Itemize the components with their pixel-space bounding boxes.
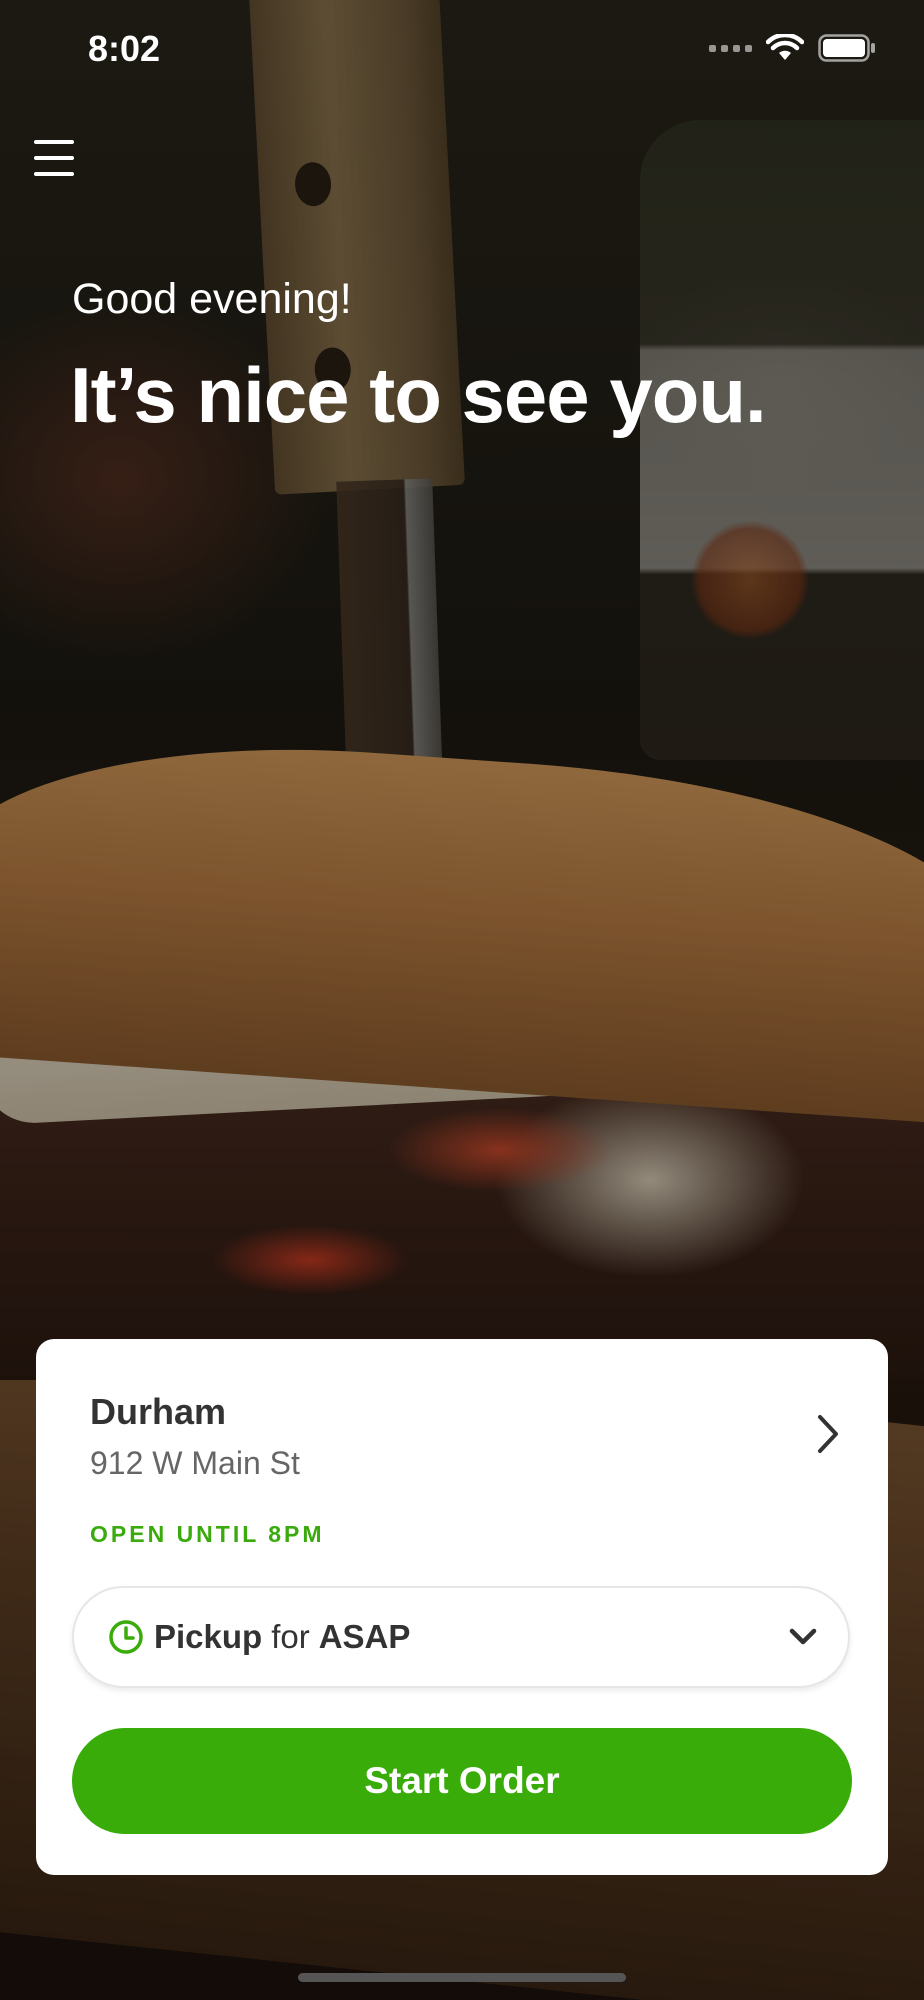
chevron-right-icon[interactable] — [808, 1409, 848, 1459]
status-time: 8:02 — [88, 28, 161, 69]
chevron-down-icon[interactable] — [788, 1624, 818, 1650]
order-time-dropdown[interactable]: Pickup for ASAP — [72, 1586, 850, 1688]
wifi-icon — [766, 34, 804, 62]
order-connector: for — [271, 1618, 310, 1655]
battery-icon — [818, 34, 876, 62]
home-indicator[interactable] — [298, 1973, 626, 1982]
open-status-label: OPEN UNTIL 8PM — [90, 1521, 325, 1547]
hamburger-menu-icon[interactable] — [34, 140, 74, 176]
headline-text: It’s nice to see you. — [70, 351, 767, 439]
start-order-button[interactable]: Start Order — [72, 1728, 852, 1834]
cellular-signal-icon — [709, 44, 752, 52]
clock-icon — [109, 1620, 143, 1654]
order-mode: Pickup — [154, 1618, 263, 1655]
status-icons — [709, 34, 876, 62]
order-type-text: Pickup for ASAP — [154, 1618, 410, 1656]
store-name: Durham — [90, 1391, 227, 1432]
order-time: ASAP — [318, 1618, 411, 1655]
store-address: 912 W Main St — [90, 1445, 300, 1481]
location-card: Durham 912 W Main St OPEN UNTIL 8PM Pick… — [36, 1339, 888, 1875]
greeting-text: Good evening! — [72, 275, 352, 323]
